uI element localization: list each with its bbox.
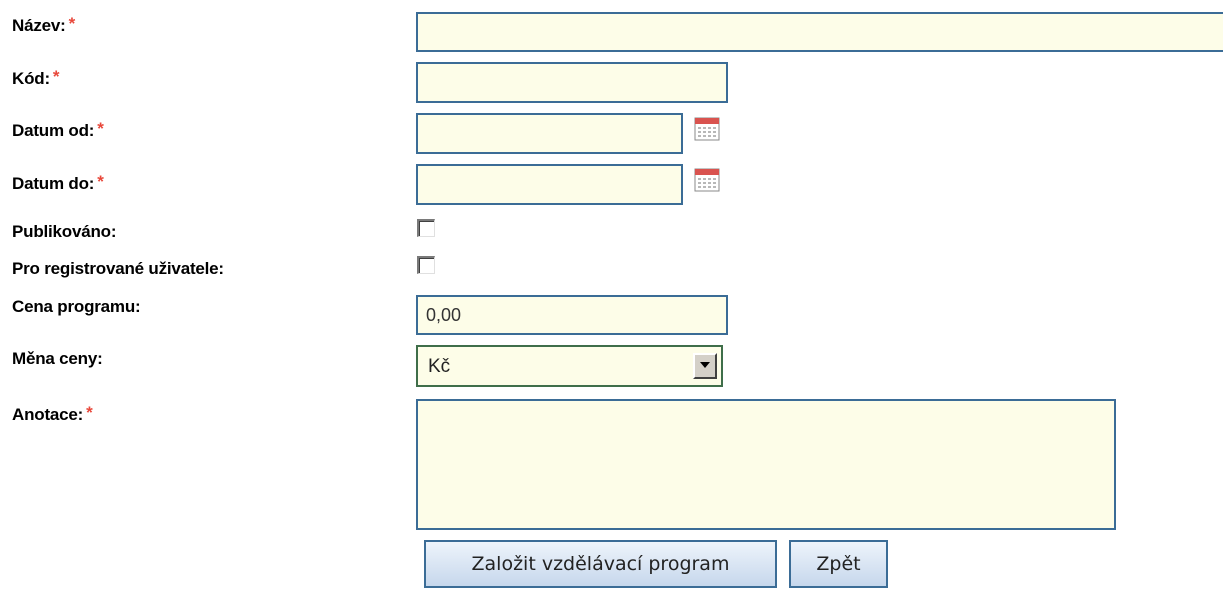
publikovano-label: Publikováno: [12, 222, 117, 241]
datum-do-input[interactable] [416, 164, 683, 205]
cena-input[interactable] [416, 295, 728, 335]
publikovano-checkbox[interactable] [417, 219, 435, 237]
kod-label-text: Kód: [12, 69, 50, 88]
required-mark: * [52, 67, 60, 86]
nazev-input[interactable] [416, 12, 1223, 52]
cena-label: Cena programu: [12, 297, 141, 316]
submit-button[interactable]: Založit vzdělávací program [424, 540, 777, 588]
datum-od-input[interactable] [416, 113, 683, 154]
required-mark: * [97, 172, 104, 191]
chevron-down-icon [700, 362, 710, 368]
kod-label: Kód: * [12, 67, 60, 89]
required-mark: * [97, 119, 104, 138]
mena-selected-value: Kč [428, 356, 451, 377]
anotace-label-text: Anotace: [12, 405, 84, 424]
back-button[interactable]: Zpět [789, 540, 888, 588]
pro-registrovane-checkbox[interactable] [417, 256, 435, 274]
nazev-label-text: Název: [12, 16, 66, 35]
datum-od-label-text: Datum od: [12, 121, 95, 140]
anotace-textarea[interactable] [416, 399, 1116, 530]
datum-od-label: Datum od: * [12, 119, 104, 141]
required-mark: * [68, 14, 76, 33]
mena-select[interactable]: Kč [416, 345, 723, 387]
required-mark: * [86, 403, 93, 422]
anotace-label: Anotace: * [12, 403, 93, 425]
mena-label: Měna ceny: [12, 349, 103, 368]
pro-registrovane-label: Pro registrované uživatele: [12, 259, 224, 278]
datum-do-label-text: Datum do: [12, 174, 95, 193]
datum-do-label: Datum do: * [12, 172, 104, 194]
dropdown-button[interactable] [693, 353, 717, 379]
kod-input[interactable] [416, 62, 728, 103]
calendar-icon[interactable] [694, 168, 720, 192]
nazev-label: Název: * [12, 14, 76, 36]
calendar-icon[interactable] [694, 117, 720, 141]
